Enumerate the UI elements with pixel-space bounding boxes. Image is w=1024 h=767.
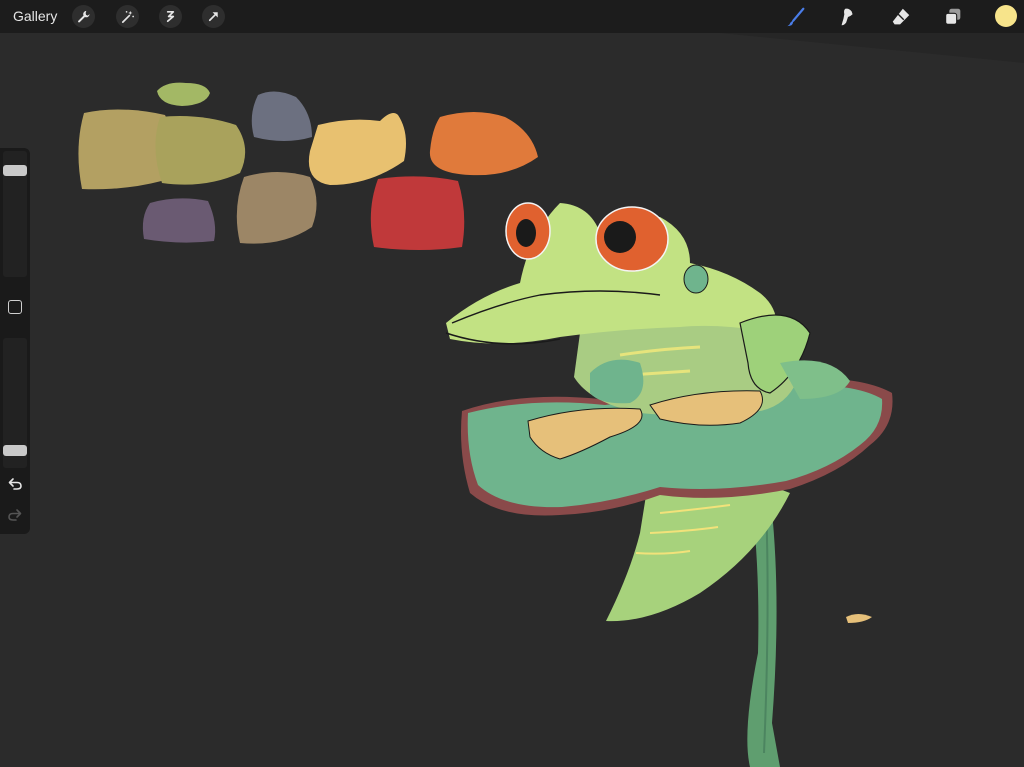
color-picker-swatch[interactable] <box>995 5 1017 27</box>
magic-wand-icon <box>121 10 134 23</box>
smudge-icon <box>841 8 853 26</box>
canvas-edge <box>720 33 1024 63</box>
smudge-tool-button[interactable] <box>836 5 860 29</box>
undo-icon <box>8 478 22 490</box>
color-palette <box>78 82 538 250</box>
wrench-icon <box>78 10 90 23</box>
selection-button[interactable] <box>159 5 182 28</box>
eraser-icon <box>892 8 910 25</box>
brush-sidebar <box>0 148 30 534</box>
brush-tool-button[interactable] <box>784 5 808 29</box>
palette-swatch <box>370 176 465 250</box>
palette-swatch <box>142 198 216 243</box>
eraser-tool-button[interactable] <box>889 5 913 29</box>
brush-icon <box>786 7 805 27</box>
redo-button[interactable] <box>6 506 24 524</box>
opacity-thumb[interactable] <box>3 445 27 457</box>
layers-icon <box>945 8 961 25</box>
actions-button[interactable] <box>72 5 95 28</box>
transform-arrow-icon <box>208 12 218 22</box>
palette-swatch <box>308 113 406 185</box>
palette-swatch <box>236 172 317 244</box>
drawing-canvas[interactable] <box>0 33 1024 767</box>
selection-icon <box>166 10 175 23</box>
artwork <box>78 33 1024 767</box>
palette-swatch <box>157 82 210 106</box>
adjustments-button[interactable] <box>116 5 139 28</box>
modifier-button[interactable] <box>8 300 22 314</box>
gallery-link[interactable]: Gallery <box>13 8 57 24</box>
palette-swatch <box>429 112 538 176</box>
frog-illustration <box>445 202 893 767</box>
undo-button[interactable] <box>6 475 24 493</box>
brush-size-thumb[interactable] <box>3 164 27 176</box>
redo-icon <box>8 509 22 521</box>
transform-button[interactable] <box>202 5 225 28</box>
palette-swatch <box>155 116 246 185</box>
layers-button[interactable] <box>941 5 965 29</box>
top-toolbar: Gallery <box>0 0 1024 33</box>
palette-swatch <box>251 91 312 141</box>
